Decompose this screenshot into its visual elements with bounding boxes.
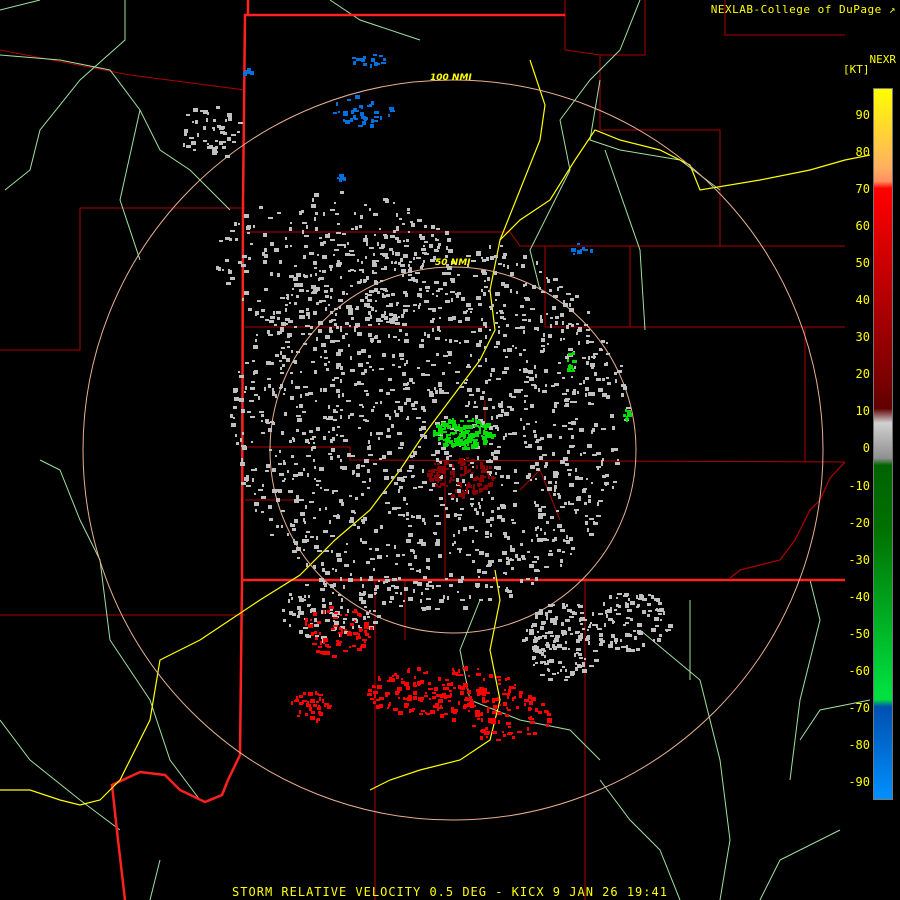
color-scale-tick: -40: [848, 589, 870, 604]
ring-label-50: 50 NMI: [435, 258, 471, 268]
velocity-color-scale: [873, 88, 893, 800]
blue-echoes-east: [571, 243, 593, 255]
radar-map: [0, 0, 871, 900]
red-echoes-s: [367, 666, 523, 718]
color-scale-tick: -90: [848, 774, 870, 789]
product-label: NEXR: [869, 53, 897, 66]
color-scale-tick: 30: [855, 330, 870, 345]
color-scale-tick: -60: [848, 663, 870, 678]
state-boundaries: [110, 0, 845, 900]
color-scale-tick: -30: [848, 552, 870, 567]
county-boundaries: [0, 0, 846, 900]
color-scale-tick: -70: [848, 700, 870, 715]
credit-text: NEXLAB-College of DuPage: [710, 3, 882, 16]
credit-label: NEXLAB-College of DuPage ↗: [711, 3, 896, 16]
velocity-echoes: [183, 54, 673, 741]
ring-label-100: 100 NMI: [430, 73, 472, 83]
color-scale-tick: 0: [862, 441, 870, 456]
color-scale-tick: 20: [855, 367, 870, 382]
color-scale-tick: 10: [855, 404, 870, 419]
color-scale-tick: -20: [848, 515, 870, 530]
color-scale-tick: -50: [848, 626, 870, 641]
gray-echoes-southeast: [592, 593, 673, 652]
gray-echoes-central: [230, 231, 631, 611]
range-ring-50: [269, 266, 637, 634]
red-echoes-se: [452, 693, 552, 741]
color-scale-tick: 70: [855, 182, 870, 197]
color-scale-tick: 80: [855, 145, 870, 160]
gray-echoes-north: [216, 191, 453, 333]
river-state-boundary: [729, 461, 846, 579]
blue-echoes-mid: [337, 174, 346, 182]
product-caption: STORM RELATIVE VELOCITY 0.5 DEG - KICX 9…: [232, 885, 668, 899]
color-scale-tick: 50: [855, 256, 870, 271]
color-scale-tick: 90: [855, 108, 870, 122]
blue-echoes-top: [352, 54, 386, 68]
external-link-icon[interactable]: ↗: [889, 3, 896, 16]
color-scale-tick: -80: [848, 737, 870, 752]
color-scale-tick: 40: [855, 293, 870, 308]
gray-echoes-northwest: [183, 106, 243, 158]
red-echoes-far-sw: [291, 691, 332, 723]
color-scale-tick: -10: [848, 478, 870, 493]
dark-red-echoes: [427, 457, 496, 499]
green-echoes: [433, 418, 496, 450]
color-scale-tick: 60: [855, 219, 870, 234]
blue-echoes-north: [333, 95, 395, 128]
unit-label: [KT]: [843, 63, 870, 76]
